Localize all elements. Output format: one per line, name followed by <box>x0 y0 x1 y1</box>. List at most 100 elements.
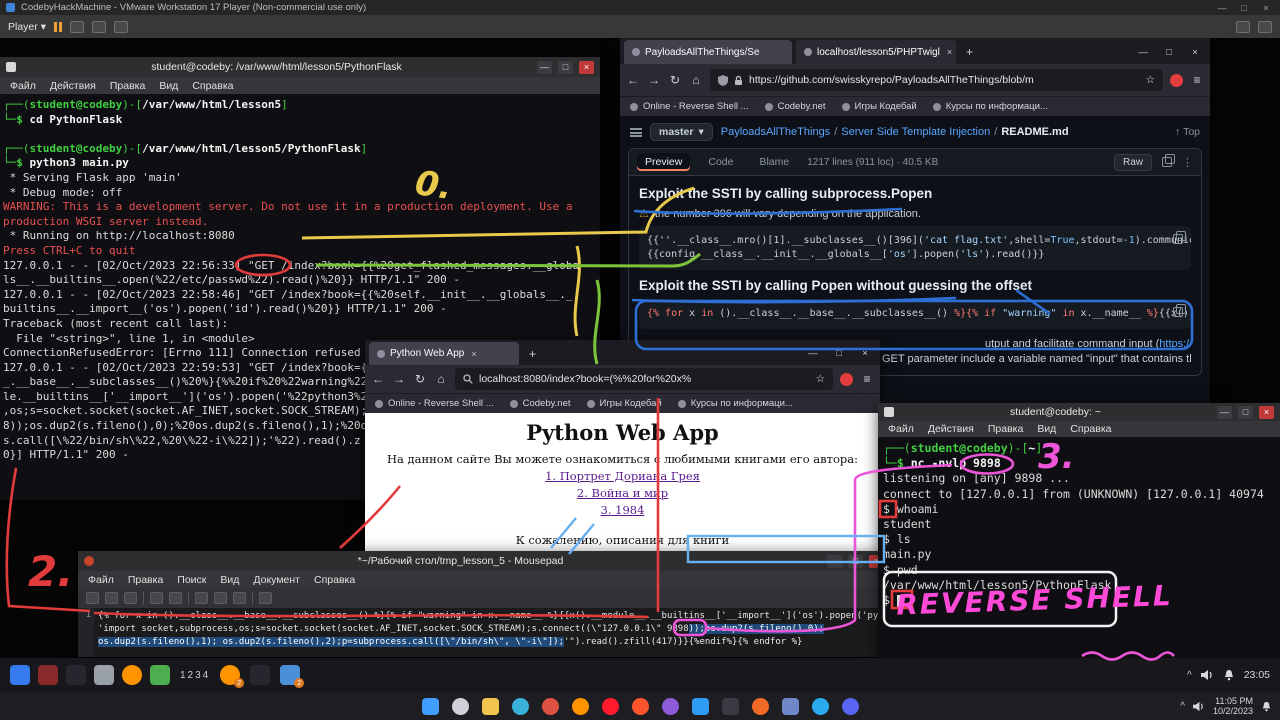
redo-icon[interactable] <box>169 592 182 604</box>
chrome-icon[interactable] <box>542 698 559 715</box>
maximize-button[interactable]: □ <box>558 61 573 74</box>
book-link-war-and-peace[interactable]: 2. Война и мир <box>365 486 880 500</box>
home-button[interactable]: ⌂ <box>434 372 448 386</box>
edge-icon[interactable] <box>512 698 529 715</box>
twitter-link[interactable]: https://twitter.com/SecGus <box>1159 338 1191 350</box>
terminal-launcher-icon[interactable] <box>66 665 86 685</box>
menu-help[interactable]: Справка <box>1070 423 1111 435</box>
breadcrumb-repo[interactable]: PayloadsAllTheThings <box>721 126 830 138</box>
minimize-button[interactable]: — <box>827 555 842 568</box>
maximize-button[interactable]: □ <box>828 348 850 359</box>
vmware-icon[interactable] <box>782 698 799 715</box>
minimize-button[interactable]: — <box>802 348 824 359</box>
raw-button[interactable]: Raw <box>1114 154 1152 171</box>
volume-icon[interactable] <box>1201 669 1214 681</box>
close-button[interactable]: × <box>1258 3 1274 13</box>
editor-area[interactable]: 1 {% for x in ().__class__.__base__.__su… <box>78 608 890 657</box>
minimize-button[interactable]: — <box>537 61 552 74</box>
reload-button[interactable]: ↻ <box>668 73 682 87</box>
maximize-button[interactable]: □ <box>1236 3 1252 13</box>
minimize-button[interactable]: — <box>1217 406 1232 419</box>
mousepad-window-button[interactable]: 2 <box>280 665 300 685</box>
tab-localhost-phptwig[interactable]: localhost/lesson5/PHPTwigl × <box>796 40 956 64</box>
files-launcher-icon[interactable] <box>94 665 114 685</box>
menu-file[interactable]: Файл <box>888 423 914 435</box>
discord-icon[interactable] <box>842 698 859 715</box>
clock[interactable]: 23:05 <box>1244 669 1270 681</box>
bookmark-codeby-net[interactable]: Codeby.net <box>765 101 826 112</box>
menu-view[interactable]: Вид <box>159 80 178 92</box>
menu-icon[interactable]: ≡ <box>860 372 874 386</box>
kali-menu-icon[interactable] <box>10 665 30 685</box>
volume-icon[interactable] <box>1193 701 1205 712</box>
vscode-icon[interactable] <box>692 698 709 715</box>
maximize-button[interactable]: □ <box>1158 47 1180 58</box>
copy-icon[interactable] <box>1173 307 1183 317</box>
profile-avatar[interactable] <box>1170 74 1183 87</box>
unity-button[interactable] <box>114 21 128 33</box>
copy-icon[interactable] <box>1173 234 1183 244</box>
expand-toolbar-button[interactable] <box>1236 21 1250 33</box>
bookmark-star-icon[interactable]: ☆ <box>816 373 825 385</box>
url-bar[interactable]: https://github.com/swisskyrepo/PayloadsA… <box>710 69 1163 91</box>
menu-actions[interactable]: Действия <box>928 423 974 435</box>
book-link-1984[interactable]: 3. 1984 <box>365 503 880 517</box>
minimize-button[interactable]: — <box>1132 47 1154 58</box>
copy-icon[interactable] <box>1162 157 1172 167</box>
close-button[interactable]: × <box>854 348 876 359</box>
menu-actions[interactable]: Действия <box>50 80 96 92</box>
host-clock[interactable]: 11:05 PM 10/2/2023 <box>1213 696 1253 716</box>
home-button[interactable]: ⌂ <box>689 73 703 87</box>
breadcrumb-folder[interactable]: Server Side Template Injection <box>841 126 990 138</box>
reload-button[interactable]: ↻ <box>413 372 427 386</box>
forward-button[interactable]: → <box>392 372 406 386</box>
tab-blame[interactable]: Blame <box>751 153 797 171</box>
cut-icon[interactable] <box>195 592 208 604</box>
file-tree-icon[interactable] <box>630 128 642 137</box>
menu-help[interactable]: Справка <box>314 574 355 586</box>
menu-file[interactable]: Файл <box>10 80 36 92</box>
editor-text[interactable]: {% for x in ().__class__.__base__.__subc… <box>94 608 890 657</box>
start-button[interactable] <box>422 698 439 715</box>
workspace-pager[interactable]: 1234 <box>180 670 210 681</box>
firefox-window-webapp[interactable]: Python Web App × + — □ × ← → ↻ ⌂ localho… <box>365 340 880 560</box>
close-tab-icon[interactable]: × <box>471 349 476 359</box>
bookmark-games-codeby[interactable]: Игры Кодебай <box>842 101 917 112</box>
new-tab-button[interactable]: + <box>960 45 979 59</box>
firefox-window-button[interactable]: 2 <box>220 665 240 685</box>
mousepad-window[interactable]: *~/Рабочий стол/tmp_lesson_5 - Mousepad … <box>78 551 890 657</box>
undo-icon[interactable] <box>150 592 163 604</box>
tab-python-web-app[interactable]: Python Web App × <box>369 342 519 365</box>
terminal-titlebar[interactable]: student@codeby: /var/www/html/lesson5/Py… <box>0 57 600 77</box>
back-button[interactable]: ← <box>371 372 385 386</box>
search-icon[interactable] <box>452 698 469 715</box>
close-button[interactable]: × <box>1184 47 1206 58</box>
new-tab-button[interactable]: + <box>523 347 542 361</box>
book-link-dorian-gray[interactable]: 1. Портрет Дориана Грея <box>365 469 880 483</box>
bookmark-games-codeby[interactable]: Игры Кодебай <box>587 398 662 409</box>
file-explorer-icon[interactable] <box>482 698 499 715</box>
fullscreen-button[interactable] <box>92 21 106 33</box>
show-desktop-icon[interactable] <box>38 665 58 685</box>
multi-monitor-button[interactable] <box>1258 21 1272 33</box>
terminal-output[interactable]: ┌──(student@codeby)-[~]└─$ nc -nvlp 9898… <box>878 437 1280 658</box>
forward-button[interactable]: → <box>647 73 661 87</box>
bookmark-online-reverse-shell[interactable]: Online - Reverse Shell ... <box>630 101 749 112</box>
menu-view[interactable]: Вид <box>1037 423 1056 435</box>
copy-icon[interactable] <box>214 592 227 604</box>
terminal-window-netcat[interactable]: student@codeby: ~ — □ × Файл Действия Пр… <box>878 403 1280 658</box>
ctrl-alt-del-button[interactable] <box>70 21 84 33</box>
new-file-icon[interactable] <box>86 592 99 604</box>
menu-search[interactable]: Поиск <box>177 574 206 586</box>
bookmark-online-reverse-shell[interactable]: Online - Reverse Shell ... <box>375 398 494 409</box>
minimize-button[interactable]: — <box>1214 3 1230 13</box>
close-button[interactable]: × <box>579 61 594 74</box>
tray-expand-icon[interactable]: ^ <box>1187 670 1192 681</box>
terminal-window-button[interactable] <box>250 665 270 685</box>
menu-view[interactable]: Вид <box>220 574 239 586</box>
menu-edit[interactable]: Правка <box>988 423 1023 435</box>
branch-selector[interactable]: master▾ <box>650 123 713 141</box>
back-to-top-link[interactable]: ↑ Top <box>1175 126 1200 138</box>
paste-icon[interactable] <box>233 592 246 604</box>
tor-browser-icon[interactable] <box>662 698 679 715</box>
